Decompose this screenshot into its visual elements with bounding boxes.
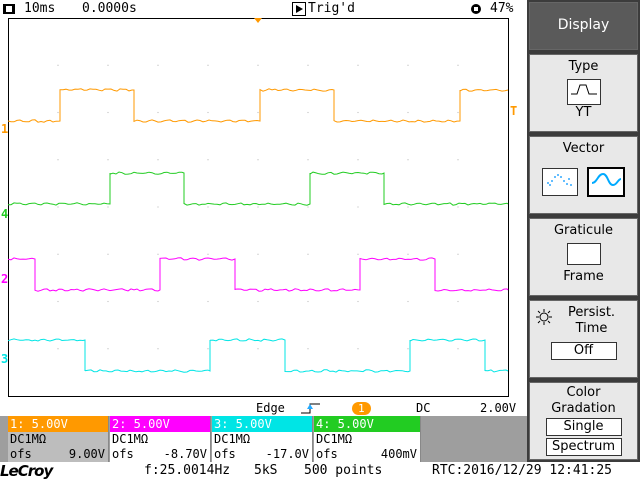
trigger-source-badge: 1 (352, 402, 371, 415)
delay-value[interactable]: 0.0000s (82, 0, 137, 18)
color-label-line1: Color (566, 385, 601, 400)
dots-mode-icon[interactable] (542, 168, 579, 196)
channel-4-offset-row: ofs 400mV (314, 447, 420, 462)
type-softkey[interactable]: Type YT (529, 54, 638, 132)
acquire-icon (2, 0, 16, 18)
timebase-value[interactable]: 10ms (24, 0, 55, 18)
channel-4-coupling: DC1MΩ (316, 432, 353, 446)
rtc-clock: RTC:2016/12/29 12:41:25 (432, 463, 613, 478)
graticule-value: Frame (563, 269, 604, 284)
channel-3-descriptor[interactable]: 3: 5.00V DC1MΩ ofs -17.0V (212, 416, 313, 462)
channel-4-descriptor[interactable]: 4: 5.00V DC1MΩ ofs 400mV (314, 416, 421, 462)
ch4-trace-label[interactable]: 4 (1, 207, 8, 221)
color-spectrum-option[interactable]: Spectrum (545, 438, 622, 456)
trigger-state: Trig'd (308, 1, 355, 16)
frame-graticule-icon (566, 243, 601, 265)
sample-rate: 5kS (254, 463, 278, 478)
trigger-info-row[interactable]: Edge 1 DC 2.00V (0, 401, 527, 416)
battery-level: 47% (490, 1, 514, 16)
persist-time-softkey[interactable]: Persist. Time Off (529, 300, 638, 378)
channel-4-offset: 400mV (380, 447, 417, 461)
graticule-dots (57, 64, 459, 350)
display-menu-title[interactable]: Display (529, 2, 638, 50)
vector-label: Vector (562, 141, 605, 156)
ch1-waveform (8, 88, 509, 123)
ch3-trace-label[interactable]: 3 (1, 352, 8, 366)
type-label: Type (568, 59, 599, 74)
trigger-mode: Edge (256, 401, 285, 415)
record-length: 500 points (304, 463, 383, 478)
display-menu-label: Display (557, 17, 610, 33)
color-label-line2: Gradation (551, 401, 616, 416)
trigger-position-marker (254, 18, 262, 23)
channel-3-coupling: DC1MΩ (214, 432, 251, 446)
rotate-knob-icon (536, 309, 552, 329)
channel-1-coupling: DC1MΩ (10, 432, 47, 446)
channel-2-offset-label: ofs (112, 447, 134, 461)
ch3-waveform (8, 338, 509, 373)
channel-1-offset-row: ofs 9.00V (8, 447, 108, 462)
waveform-display[interactable]: 1 4 2 3 T (0, 18, 527, 401)
ch4-waveform (8, 171, 509, 206)
run-state-icon[interactable] (292, 0, 306, 18)
rising-edge-icon (300, 401, 322, 416)
channel-3-offset-row: ofs -17.0V (212, 447, 312, 462)
channel-3-offset: -17.0V (265, 447, 309, 461)
channel-2-descriptor[interactable]: 2: 5.00V DC1MΩ ofs -8.70V (110, 416, 211, 462)
color-single-option[interactable]: Single (545, 418, 622, 436)
channel-1-offset-label: ofs (10, 447, 32, 461)
trigger-level-marker[interactable]: T (510, 104, 517, 118)
color-gradation-softkey[interactable]: Color Gradation Single Spectrum (529, 382, 638, 460)
channel-2-offset: -8.70V (163, 447, 207, 461)
graticule-label: Graticule (553, 223, 614, 238)
vector-softkey[interactable]: Vector (529, 136, 638, 214)
channel-1-offset: 9.00V (68, 447, 105, 461)
channel-3-scale: 3: 5.00V (212, 416, 312, 432)
persist-value[interactable]: Off (550, 342, 617, 360)
channel-1-scale: 1: 5.00V (8, 416, 108, 432)
channel-3-offset-label: ofs (214, 447, 236, 461)
channel-4-scale: 4: 5.00V (314, 416, 420, 432)
yt-mode-icon (566, 79, 601, 105)
bottom-status-bar: LeCroy f:25.0014Hz 5kS 500 points RTC:20… (0, 462, 640, 480)
ch2-trace-label[interactable]: 2 (1, 272, 8, 286)
top-status-bar: 10ms 0.0000s Trig'd 47% (0, 0, 527, 18)
ch2-waveform (8, 257, 509, 292)
channel-4-offset-label: ofs (316, 447, 338, 461)
channel-2-coupling: DC1MΩ (112, 432, 149, 446)
channel-2-scale: 2: 5.00V (110, 416, 210, 432)
type-value: YT (575, 105, 592, 120)
channel-2-offset-row: ofs -8.70V (110, 447, 210, 462)
trigger-level: 2.00V (480, 401, 517, 415)
waveform-graticule[interactable] (8, 18, 510, 398)
brand-logo: LeCroy (0, 462, 53, 480)
channel-1-descriptor[interactable]: 1: 5.00V DC1MΩ ofs 9.00V (8, 416, 109, 462)
trigger-coupling: DC (416, 401, 431, 415)
waveform-traces (8, 64, 509, 373)
soft-menu-panel: Display Type YT Vector Graticule Frame P… (527, 0, 640, 462)
vector-mode-icon[interactable] (586, 167, 625, 197)
frequency-counter: f:25.0014Hz (144, 463, 231, 478)
battery-icon (468, 0, 484, 18)
ch1-trace-label[interactable]: 1 (1, 122, 8, 136)
graticule-softkey[interactable]: Graticule Frame (529, 218, 638, 296)
